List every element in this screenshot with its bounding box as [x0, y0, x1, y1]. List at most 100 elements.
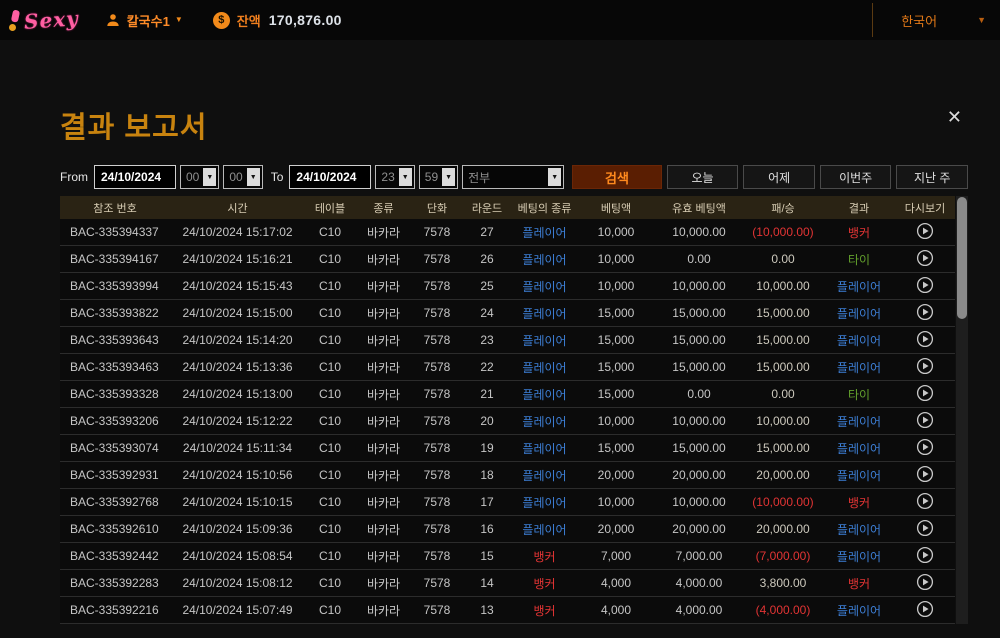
dollar-coin-icon: $	[213, 12, 230, 29]
cell-bet-amount: 20,000	[577, 468, 655, 482]
cell-replay	[895, 303, 955, 324]
to-minute-select[interactable]: 59 ▼	[419, 165, 458, 189]
table-row: BAC-33539399424/10/2024 15:15:43C10바카라75…	[60, 273, 955, 300]
replay-button[interactable]	[916, 546, 934, 566]
cell-bet-amount: 15,000	[577, 441, 655, 455]
logo[interactable]: Sexy	[8, 8, 79, 32]
play-circle-icon	[916, 222, 934, 240]
cell-time: 24/10/2024 15:10:56	[170, 468, 305, 482]
play-circle-icon	[916, 411, 934, 429]
language-selector[interactable]: 한국어 ▼	[872, 0, 986, 40]
replay-button[interactable]	[916, 519, 934, 539]
replay-button[interactable]	[916, 411, 934, 431]
cell-result: 플레이어	[823, 332, 895, 349]
cell-bet-amount: 15,000	[577, 306, 655, 320]
cell-bet-amount: 15,000	[577, 387, 655, 401]
cell-currency: 7578	[412, 279, 462, 293]
cell-valid-bet: 10,000.00	[655, 225, 743, 239]
to-date-input[interactable]	[289, 165, 371, 189]
replay-button[interactable]	[916, 465, 934, 485]
cell-result: 플레이어	[823, 413, 895, 430]
cell-valid-bet: 20,000.00	[655, 468, 743, 482]
replay-button[interactable]	[916, 438, 934, 458]
cell-bet-type: 플레이어	[512, 251, 577, 268]
close-icon[interactable]: ✕	[941, 104, 968, 130]
cell-bet-amount: 15,000	[577, 360, 655, 374]
replay-button[interactable]	[916, 276, 934, 296]
replay-button[interactable]	[916, 600, 934, 620]
cell-replay	[895, 573, 955, 594]
from-minute-select[interactable]: 00 ▼	[223, 165, 262, 189]
cell-table: C10	[305, 252, 355, 266]
scrollbar-thumb[interactable]	[957, 197, 967, 319]
cell-currency: 7578	[412, 603, 462, 617]
table-row: BAC-33539433724/10/2024 15:17:02C10바카라75…	[60, 219, 955, 246]
cell-time: 24/10/2024 15:16:21	[170, 252, 305, 266]
cell-currency: 7578	[412, 252, 462, 266]
from-label: From	[60, 170, 88, 184]
cell-table: C10	[305, 387, 355, 401]
cell-currency: 7578	[412, 522, 462, 536]
this-week-button[interactable]: 이번주	[820, 165, 892, 189]
cell-bet-amount: 7,000	[577, 549, 655, 563]
user-menu[interactable]: 칼국수1 ▼	[105, 11, 183, 30]
table-row: BAC-33539346324/10/2024 15:13:36C10바카라75…	[60, 354, 955, 381]
replay-button[interactable]	[916, 249, 934, 269]
play-circle-icon	[916, 276, 934, 294]
cell-result: 타이	[823, 386, 895, 403]
filter-bar: From 00 ▼ 00 ▼ To 23 ▼ 59 ▼ 전부 ▼ 검색 오늘 어…	[60, 165, 968, 189]
cell-valid-bet: 4,000.00	[655, 603, 743, 617]
cell-ref: BAC-335393074	[60, 441, 170, 455]
game-type-select[interactable]: 전부 ▼	[462, 165, 564, 189]
select-caret-icon: ▼	[203, 168, 216, 186]
play-circle-icon	[916, 357, 934, 375]
cell-valid-bet: 15,000.00	[655, 441, 743, 455]
cell-round: 26	[462, 252, 512, 266]
cell-bet-amount: 20,000	[577, 522, 655, 536]
replay-button[interactable]	[916, 384, 934, 404]
replay-button[interactable]	[916, 303, 934, 323]
cell-time: 24/10/2024 15:13:36	[170, 360, 305, 374]
from-hour-select[interactable]: 00 ▼	[180, 165, 219, 189]
replay-button[interactable]	[916, 330, 934, 350]
table-row: BAC-33539364324/10/2024 15:14:20C10바카라75…	[60, 327, 955, 354]
replay-button[interactable]	[916, 357, 934, 377]
last-week-button[interactable]: 지난 주	[896, 165, 968, 189]
cell-replay	[895, 222, 955, 243]
yesterday-button[interactable]: 어제	[743, 165, 815, 189]
cell-ref: BAC-335393206	[60, 414, 170, 428]
cell-replay	[895, 357, 955, 378]
cell-replay	[895, 519, 955, 540]
table-row: BAC-33539293124/10/2024 15:10:56C10바카라75…	[60, 462, 955, 489]
cell-table: C10	[305, 333, 355, 347]
replay-button[interactable]	[916, 573, 934, 593]
today-button[interactable]: 오늘	[667, 165, 739, 189]
replay-button[interactable]	[916, 222, 934, 242]
cell-table: C10	[305, 576, 355, 590]
cell-game: 바카라	[355, 386, 412, 403]
cell-valid-bet: 15,000.00	[655, 306, 743, 320]
cell-replay	[895, 249, 955, 270]
cell-game: 바카라	[355, 575, 412, 592]
cell-game: 바카라	[355, 467, 412, 484]
from-date-input[interactable]	[94, 165, 176, 189]
col-bet-type: 베팅의 종류	[512, 200, 577, 216]
cell-round: 18	[462, 468, 512, 482]
search-button[interactable]: 검색	[572, 165, 662, 189]
cell-replay	[895, 438, 955, 459]
col-round: 라운드	[462, 200, 512, 216]
col-currency: 단화	[412, 200, 462, 216]
cell-ref: BAC-335394337	[60, 225, 170, 239]
cell-currency: 7578	[412, 306, 462, 320]
cell-game: 바카라	[355, 251, 412, 268]
to-hour-select[interactable]: 23 ▼	[375, 165, 414, 189]
replay-button[interactable]	[916, 492, 934, 512]
cell-bet-amount: 4,000	[577, 576, 655, 590]
play-circle-icon	[916, 546, 934, 564]
table-scrollbar[interactable]	[956, 196, 968, 624]
cell-round: 20	[462, 414, 512, 428]
username: 칼국수1	[127, 11, 170, 30]
top-bar: Sexy 칼국수1 ▼ $ 잔액 170,876.00 한국어 ▼	[0, 0, 1000, 40]
table-row: BAC-33539416724/10/2024 15:16:21C10바카라75…	[60, 246, 955, 273]
table-row: BAC-33539221624/10/2024 15:07:49C10바카라75…	[60, 597, 955, 624]
